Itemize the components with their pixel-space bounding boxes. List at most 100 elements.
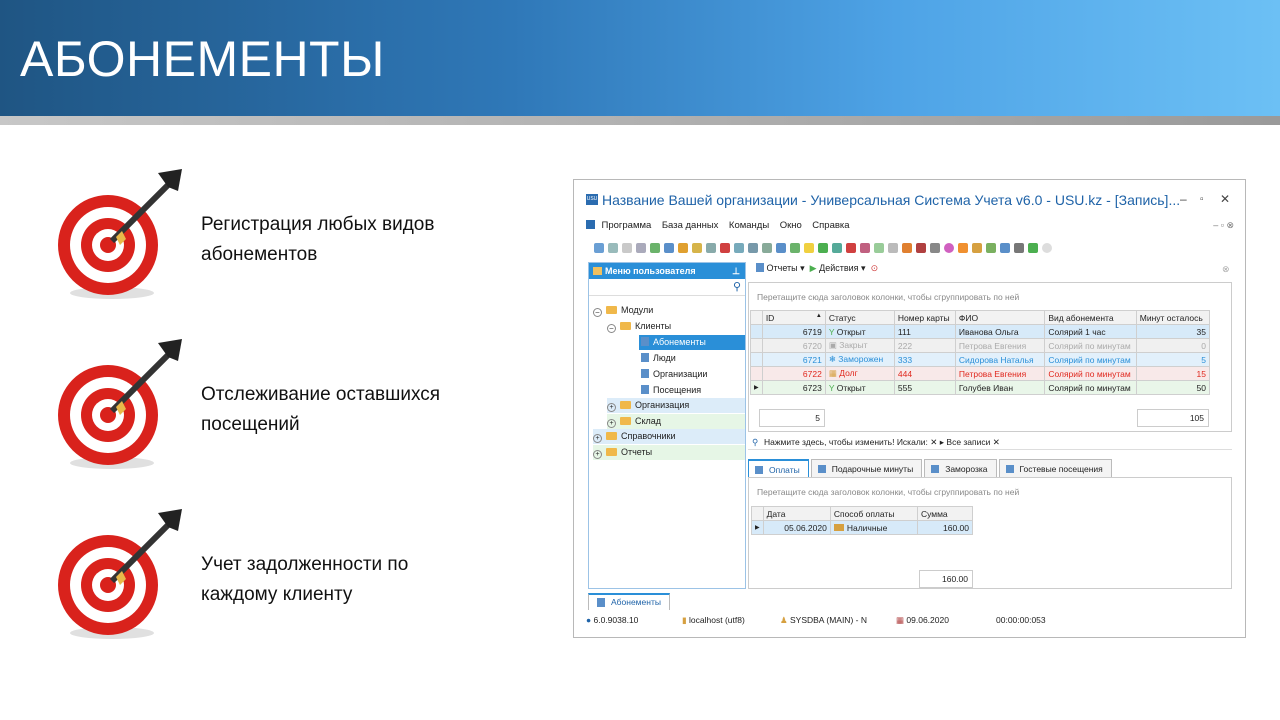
calendar-icon: ▦ xyxy=(896,615,907,625)
tree-item-modules[interactable]: – Модули xyxy=(593,303,745,318)
column-header-method[interactable]: Способ оплаты xyxy=(829,506,918,521)
toolbar-group-icon[interactable] xyxy=(706,243,716,253)
tree-item-subscriptions[interactable]: Абонементы xyxy=(639,335,745,350)
table-row[interactable]: ▶ 05.06.2020 Наличные 160.00 xyxy=(751,520,974,535)
table-row[interactable]: 6722 ▦ Долг 444 Петрова Евгения Солярий … xyxy=(750,366,1211,381)
toolbar-clock-icon[interactable] xyxy=(888,243,898,253)
mdi-controls-icon[interactable]: – ▫ ⊗ xyxy=(1213,220,1234,231)
maximize-icon[interactable]: ▫ xyxy=(1200,194,1204,205)
tree-item-visits[interactable]: Посещения xyxy=(641,383,745,398)
toolbar-money-icon[interactable] xyxy=(972,243,982,253)
toolbar-delete-icon[interactable] xyxy=(636,243,646,253)
tab-payments[interactable]: Оплаты xyxy=(748,459,809,477)
table-header: Дата Способ оплаты Сумма xyxy=(751,506,974,521)
clear-filter-icon[interactable]: ✕ xyxy=(993,437,1000,447)
expand-icon[interactable]: + xyxy=(607,403,616,412)
expand-icon[interactable]: + xyxy=(593,434,602,443)
close-panel-icon[interactable]: ⊗ xyxy=(1222,264,1230,275)
column-header-date[interactable]: Дата xyxy=(762,506,831,521)
table-row[interactable]: 6720 ▣ Закрыт 222 Петрова Евгения Соляри… xyxy=(750,338,1211,353)
expand-icon[interactable]: + xyxy=(607,419,616,428)
tab-gift-minutes[interactable]: Подарочные минуты xyxy=(810,459,923,477)
toolbar-excel-icon[interactable] xyxy=(818,243,828,253)
toolbar-rss-icon[interactable] xyxy=(958,243,968,253)
toolbar-refresh-icon[interactable] xyxy=(650,243,660,253)
tree-item-warehouse[interactable]: + Склад xyxy=(607,414,745,429)
toolbar-edit-icon[interactable] xyxy=(622,243,632,253)
toolbar-run-icon[interactable] xyxy=(1028,243,1038,253)
toolbar-users-icon[interactable] xyxy=(986,243,996,253)
cell-name: Петрова Евгения xyxy=(954,366,1046,381)
subscriptions-grid: Перетащите сюда заголовок колонки, чтобы… xyxy=(748,282,1232,432)
menu-window[interactable]: Окно xyxy=(780,220,802,231)
menu-help[interactable]: Справка xyxy=(812,220,849,231)
column-header-id[interactable]: ID ▲ xyxy=(761,310,826,325)
toolbar-sort-icon[interactable] xyxy=(692,243,702,253)
toolbar-add-icon[interactable] xyxy=(594,243,604,253)
filter-bar[interactable]: ⚲ Нажмите здесь, чтобы изменить! Искали:… xyxy=(748,434,1232,450)
stop-icon[interactable]: ⊙ xyxy=(871,263,879,273)
cell-method: Наличные xyxy=(829,520,918,535)
toolbar-filter-icon[interactable] xyxy=(678,243,688,253)
toolbar-note-icon[interactable] xyxy=(790,243,800,253)
tree-item-clients[interactable]: – Клиенты xyxy=(607,319,745,334)
toolbar-flag-icon[interactable] xyxy=(720,243,730,253)
collapse-icon[interactable]: – xyxy=(607,324,616,333)
tree-item-organization[interactable]: + Организация xyxy=(607,398,745,413)
menu-commands[interactable]: Команды xyxy=(729,220,769,231)
search-icon[interactable]: ⚲ xyxy=(733,280,741,293)
minimize-icon[interactable]: – xyxy=(1180,192,1187,206)
toolbar-settings-icon[interactable] xyxy=(930,243,940,253)
column-header-minutes[interactable]: Минут осталось xyxy=(1135,310,1211,325)
tree-item-reports[interactable]: + Отчеты xyxy=(593,445,745,460)
toolbar-palette-icon[interactable] xyxy=(944,243,954,253)
tree-item-references[interactable]: + Справочники xyxy=(593,429,745,444)
toolbar-close-icon[interactable] xyxy=(1042,243,1052,253)
toolbar-up-icon[interactable] xyxy=(776,243,786,253)
reports-button[interactable]: Отчеты xyxy=(767,263,798,273)
tab-subscriptions-window[interactable]: Абонементы xyxy=(588,593,670,610)
toolbar-pin-icon[interactable] xyxy=(874,243,884,253)
toolbar-calendar-icon[interactable] xyxy=(916,243,926,253)
pin-icon[interactable]: ⊥ xyxy=(732,263,740,279)
table-row[interactable]: ▶ 6723 Y Открыт 555 Голубев Иван Солярий… xyxy=(750,380,1211,395)
target-icon xyxy=(58,509,182,639)
actions-button[interactable]: Действия xyxy=(819,263,858,273)
cell-minutes: 5 xyxy=(1135,352,1211,367)
tree-item-people[interactable]: Люди xyxy=(641,351,745,366)
toolbar-sticky-icon[interactable] xyxy=(804,243,814,253)
column-header-status[interactable]: Статус xyxy=(824,310,895,325)
all-records-filter[interactable]: Все записи xyxy=(946,437,990,447)
toolbar-copy-icon[interactable] xyxy=(608,243,618,253)
toolbar-location-icon[interactable] xyxy=(902,243,912,253)
tab-guest-visits[interactable]: Гостевые посещения xyxy=(998,459,1112,477)
collapse-icon[interactable]: – xyxy=(593,308,602,317)
column-header-sum[interactable]: Сумма xyxy=(916,506,974,521)
column-header-type[interactable]: Вид абонемента xyxy=(1044,310,1137,325)
toolbar-image-icon[interactable] xyxy=(734,243,744,253)
toolbar-print-icon[interactable] xyxy=(1014,243,1024,253)
table-row[interactable]: 6721 ❄ Заморожен 333 Сидорова Наталья Со… xyxy=(750,352,1211,367)
toolbar-report-icon[interactable] xyxy=(832,243,842,253)
toolbar-table-icon[interactable] xyxy=(1000,243,1010,253)
menu-search-input[interactable]: ⚲ xyxy=(589,279,745,296)
expand-icon[interactable]: + xyxy=(593,450,602,459)
toolbar-import-icon[interactable] xyxy=(762,243,772,253)
bullet-text-2: Отслеживание оставшихся посещений xyxy=(201,380,440,440)
sum-total-footer: 160.00 xyxy=(919,570,973,588)
tree-item-organizations[interactable]: Организации xyxy=(641,367,745,382)
menu-database[interactable]: База данных xyxy=(662,220,719,231)
filter-hint[interactable]: Нажмите здесь, чтобы изменить! Искали: xyxy=(764,437,928,447)
column-header-name[interactable]: ФИО xyxy=(954,310,1046,325)
close-icon[interactable]: ✕ xyxy=(1220,192,1230,206)
cell-date: 05.06.2020 xyxy=(762,520,831,535)
clear-filter-icon[interactable]: ✕ xyxy=(930,437,939,447)
toolbar-color-icon[interactable] xyxy=(860,243,870,253)
toolbar-search-icon[interactable] xyxy=(664,243,674,253)
toolbar-window-icon[interactable] xyxy=(846,243,856,253)
tab-freeze[interactable]: Заморозка xyxy=(924,459,997,477)
menu-program[interactable]: Программа xyxy=(602,220,652,231)
table-row[interactable]: 6719 Y Открыт 111 Иванова Ольга Солярий … xyxy=(750,324,1211,339)
column-header-card[interactable]: Номер карты xyxy=(893,310,956,325)
toolbar-export-icon[interactable] xyxy=(748,243,758,253)
